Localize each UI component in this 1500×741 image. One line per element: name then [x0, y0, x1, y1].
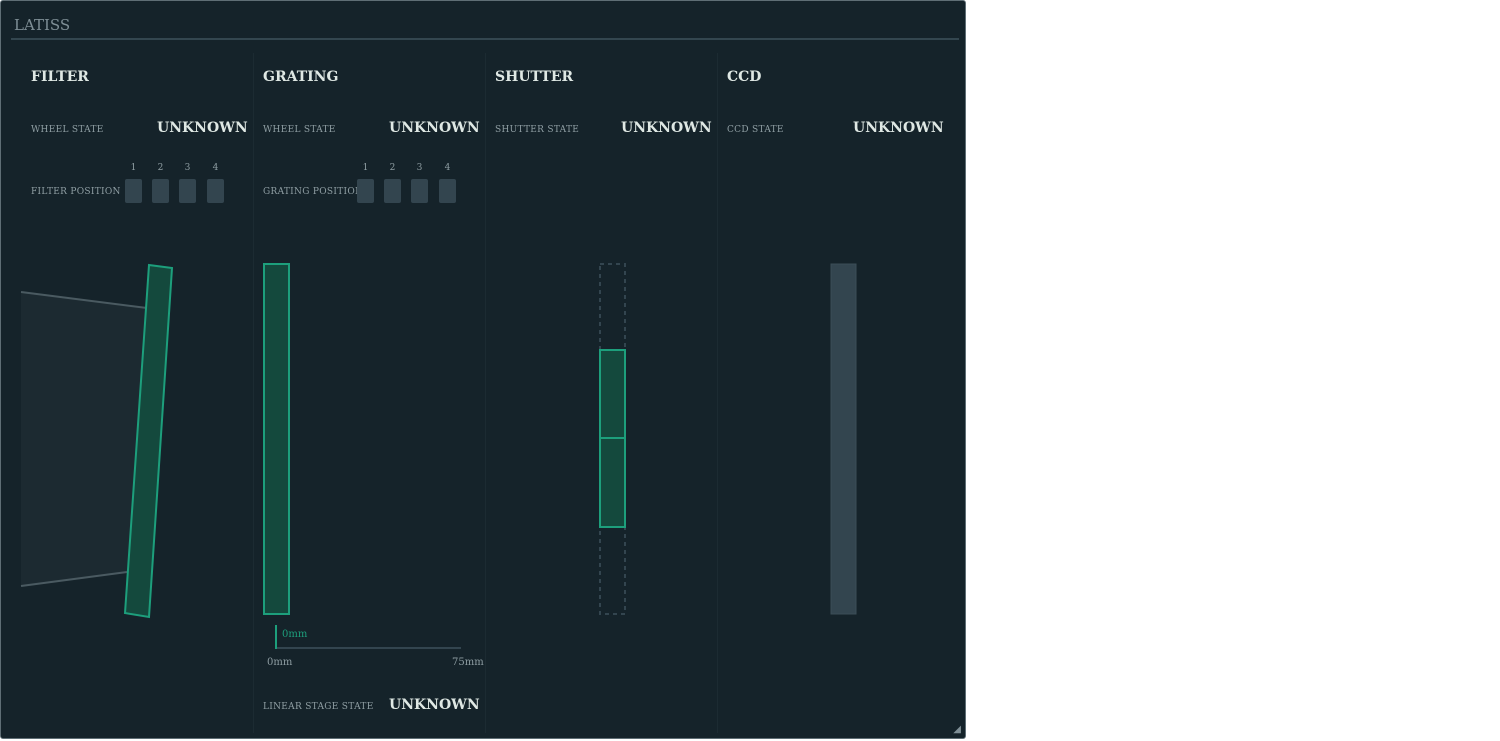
ccd-element: [830, 263, 857, 615]
resize-handle-icon[interactable]: ◢: [953, 724, 961, 735]
ccd-diagram: [830, 263, 857, 615]
latiss-panel: LATISS FILTER WHEEL STATE UNKNOWN FILTER…: [0, 0, 966, 739]
